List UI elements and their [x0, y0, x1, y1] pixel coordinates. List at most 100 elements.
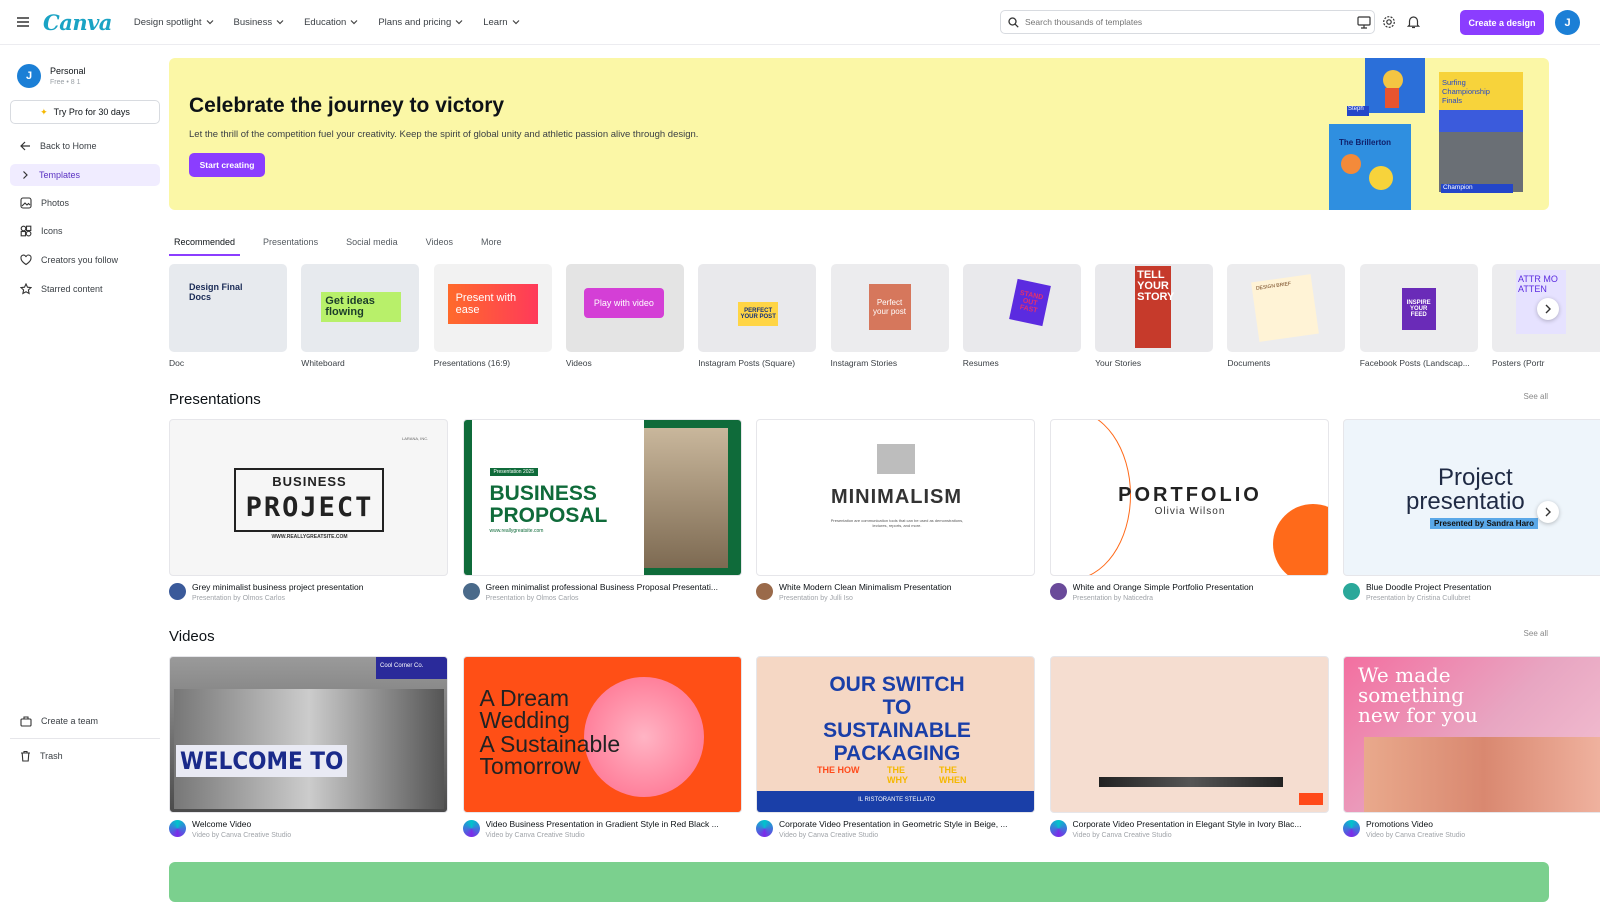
card-author: Presentation by Cristina Cullubret	[1366, 595, 1471, 602]
nav-education[interactable]: Education	[304, 17, 358, 28]
thumb-text: presentatio	[1406, 488, 1525, 515]
start-creating-button[interactable]: Start creating	[189, 153, 265, 177]
category-card[interactable]: TELL YOUR STORY Your Stories	[1095, 264, 1214, 368]
category-label: Your Stories	[1095, 358, 1142, 368]
thumbnail-text: INSPIRE YOUR FEED	[1401, 288, 1436, 330]
search-input[interactable]	[1025, 17, 1345, 27]
video-card[interactable]: We made something new for you Promotions …	[1343, 656, 1600, 839]
nav-plans-pricing[interactable]: Plans and pricing	[378, 17, 463, 28]
nav-label: Learn	[483, 16, 508, 28]
category-thumbnail: Play with video	[565, 264, 684, 352]
sidebar-item-templates[interactable]: Templates	[10, 164, 160, 186]
tab-recommended[interactable]: Recommended	[169, 234, 241, 256]
scroll-right-button[interactable]	[1537, 298, 1559, 320]
presentation-card[interactable]: PORTFOLIO Olivia Wilson White and Orange S…	[1049, 419, 1329, 602]
account-switcher[interactable]: J Personal Free • 8 1	[17, 64, 86, 88]
category-card[interactable]: Present with ease Presentations (16:9)	[433, 264, 552, 368]
card-text: White and Orange Simple Portfolio Presen…	[1073, 582, 1325, 602]
back-to-home-link[interactable]: Back to Home	[10, 135, 160, 157]
tab-presentations[interactable]: Presentations	[258, 234, 323, 256]
thumb-text: BUSINESS	[272, 474, 347, 489]
category-card[interactable]: Perfect your post Instagram Stories	[830, 264, 949, 368]
card-title: Blue Doodle Project Presentation	[1366, 582, 1492, 592]
sidebar-item-icons[interactable]: Icons	[10, 220, 160, 242]
card-title: White Modern Clean Minimalism Presentati…	[779, 582, 952, 592]
card-meta: White Modern Clean Minimalism Presentati…	[756, 582, 1035, 602]
canva-avatar	[1049, 820, 1067, 837]
tab-videos[interactable]: Videos	[421, 234, 458, 256]
account-plan: Free • 8 1	[50, 79, 81, 86]
nav-business[interactable]: Business	[234, 17, 285, 28]
badge	[1298, 793, 1323, 805]
thumb-text: We made something new for you	[1358, 663, 1478, 727]
category-card[interactable]: INSPIRE YOUR FEED Facebook Posts (Landsca…	[1359, 264, 1478, 368]
card-text: Blue Doodle Project Presentation Presenta…	[1366, 582, 1600, 602]
team-icon	[20, 716, 32, 727]
category-card[interactable]: DESIGN BRIEF Documents	[1227, 264, 1346, 368]
card-author: Presentation by Olmos Carlos	[485, 595, 579, 602]
video-card[interactable]: A Dream Wedding A Sustainable Tomorrow Vid…	[462, 656, 742, 839]
crown-icon: ✦	[40, 106, 48, 117]
try-pro-button[interactable]: ✦ Try Pro for 30 days	[10, 100, 160, 124]
presentation-card[interactable]: BUSINESS PROJECT WWW.REALLYGREATSITE.COM LA…	[169, 419, 448, 602]
creator-avatar	[756, 583, 773, 600]
scroll-right-button[interactable]	[1537, 501, 1559, 523]
card-text: Video Business Presentation in Gradient …	[486, 819, 738, 839]
card-title: Corporate Video Presentation in Elegant …	[1072, 819, 1302, 829]
sidebar-item-photos[interactable]: Photos	[10, 192, 160, 214]
card-meta: Welcome Video Video by Canva Creative Stu…	[169, 819, 448, 839]
videos-see-all-link[interactable]: See all	[1524, 629, 1548, 638]
shapes-icon	[20, 225, 32, 237]
presentation-card[interactable]: Presentation 2025 BUSINESS PROPOSAL www.rea…	[462, 419, 742, 602]
thumbnail-text: Design Final Docs	[189, 282, 243, 302]
chevron-down-icon	[455, 20, 463, 25]
tab-more[interactable]: More	[476, 234, 507, 256]
category-thumbnail: Perfect your post	[830, 264, 949, 352]
card-title: Promotions Video	[1366, 819, 1433, 829]
thumb-text: THE WHY	[887, 765, 908, 785]
thumbnail-text: STAND OUT FAST	[1008, 278, 1051, 327]
video-card[interactable]: Corporate Video Presentation in Elegant …	[1049, 656, 1329, 839]
category-label: Instagram Stories	[830, 358, 898, 368]
create-team-link[interactable]: Create a team	[10, 710, 160, 732]
category-thumbnail: STAND OUT FAST	[962, 264, 1081, 352]
thumb-text: Presented by Sandra Haro	[1430, 518, 1539, 529]
sidebar-item-creators[interactable]: Creators you follow	[10, 249, 160, 271]
category-card[interactable]: Design Final Docs Doc	[169, 264, 287, 368]
category-card[interactable]: Get ideas flowing Whiteboard	[301, 264, 420, 368]
video-card[interactable]: WELCOME TO Cool Corner Co. Welcome Video Vi…	[169, 656, 448, 839]
category-card[interactable]: Play with video Videos	[565, 264, 684, 368]
nav-learn[interactable]: Learn	[483, 17, 519, 28]
presentation-card[interactable]: MINIMALISM Presentation are communication…	[756, 419, 1035, 602]
sidebar-item-starred[interactable]: Starred content	[10, 278, 160, 300]
presentation-thumbnail: Presentation 2025 BUSINESS PROPOSAL www.rea…	[462, 419, 742, 576]
category-label: Whiteboard	[301, 358, 345, 368]
presentations-see-all-link[interactable]: See all	[1524, 392, 1548, 401]
thumb-text: PORTFOLIO	[1118, 484, 1262, 506]
avatar[interactable]: J	[1555, 10, 1580, 35]
tab-social-media[interactable]: Social media	[341, 234, 403, 256]
chevron-down-icon	[512, 20, 519, 25]
card-title: Welcome Video	[192, 819, 252, 829]
presentation-card[interactable]: Project presentatio Presented by Sandra Ha…	[1343, 419, 1600, 602]
category-thumbnail: Get ideas flowing	[301, 264, 420, 352]
photo	[643, 428, 728, 568]
canva-logo[interactable]: Canva	[43, 10, 112, 35]
hero-title: Celebrate the journey to victory	[189, 94, 505, 117]
nav-design-spotlight[interactable]: Design spotlight	[134, 17, 214, 28]
search-bar[interactable]	[1000, 10, 1375, 34]
trash-link[interactable]: Trash	[10, 745, 160, 767]
card-author: Video by Canva Creative Studio	[779, 832, 879, 839]
create-design-button[interactable]: Create a design	[1460, 10, 1544, 35]
monitor-icon[interactable]	[1356, 14, 1372, 30]
menu-icon[interactable]	[15, 14, 31, 30]
hero-art-label: Steph	[1348, 106, 1364, 112]
video-card[interactable]: OUR SWITCH TO SUSTAINABLE PACKAGING THE H…	[756, 656, 1035, 839]
category-card[interactable]: PERFECT YOUR POST Instagram Posts (Square…	[698, 264, 817, 368]
chevron-down-icon	[276, 20, 284, 25]
bell-icon[interactable]	[1405, 14, 1421, 30]
gear-icon[interactable]	[1381, 14, 1397, 30]
thumb-text: A Dream Wedding	[479, 685, 570, 733]
search-icon	[1008, 16, 1019, 28]
category-card[interactable]: STAND OUT FAST Resumes	[962, 264, 1081, 368]
